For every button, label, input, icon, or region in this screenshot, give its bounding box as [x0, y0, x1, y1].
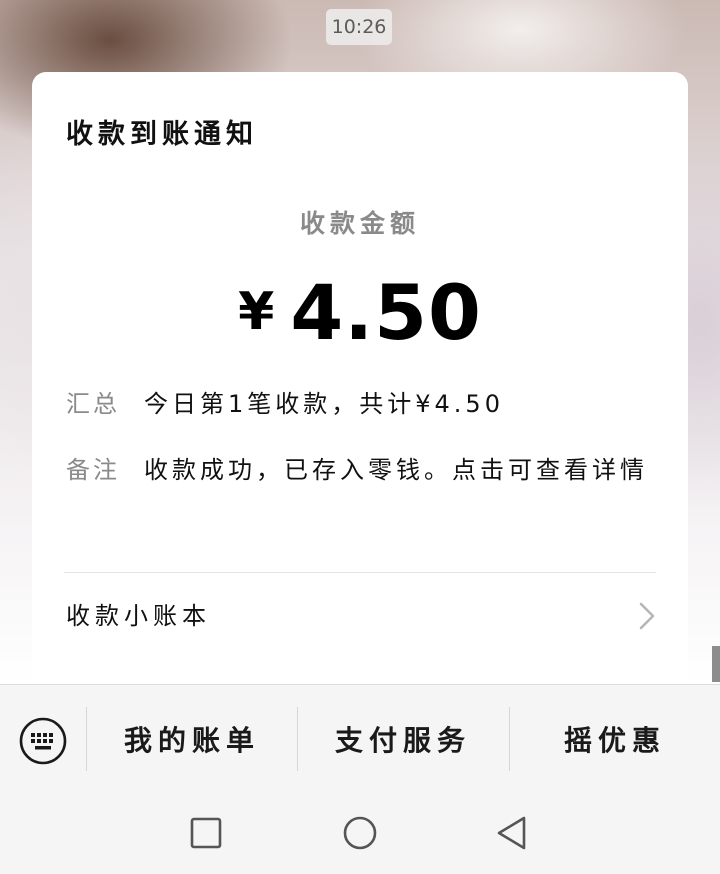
menu-item-payment-services[interactable]: 支付服务 — [298, 721, 508, 761]
square-icon[interactable] — [188, 815, 224, 851]
scrollbar[interactable] — [712, 646, 720, 682]
ledger-link[interactable]: 收款小账本 — [66, 596, 211, 631]
currency-symbol: ¥ — [238, 282, 275, 342]
summary-value: 今日第1笔收款，共计¥4.50 — [144, 390, 504, 418]
service-menu-bar: 我的账单 支付服务 摇优惠 — [0, 684, 720, 874]
summary-key: 汇总 — [66, 390, 120, 418]
menu-item-shake-deals[interactable]: 摇优惠 — [510, 721, 720, 761]
remark-key: 备注 — [66, 456, 120, 484]
chevron-right-icon[interactable] — [637, 600, 657, 632]
card-divider — [64, 572, 656, 573]
keyboard-icon[interactable] — [18, 716, 68, 766]
remark-value: 收款成功，已存入零钱。点击可查看详情 — [144, 456, 648, 484]
menu-item-bills[interactable]: 我的账单 — [87, 721, 297, 761]
card-title: 收款到账通知 — [66, 119, 258, 150]
amount-label: 收款金额 — [299, 209, 420, 238]
circle-icon[interactable] — [342, 815, 378, 851]
payment-notification-card[interactable]: 收款到账通知 收款金额 ¥4.50 汇总 今日第1笔收款，共计¥4.50 备注 … — [32, 72, 688, 692]
amount-value: 4.50 — [290, 268, 482, 357]
amount-display: ¥4.50 — [32, 268, 688, 357]
triangle-back-icon[interactable] — [494, 815, 530, 851]
message-timestamp: 10:26 — [326, 9, 392, 45]
